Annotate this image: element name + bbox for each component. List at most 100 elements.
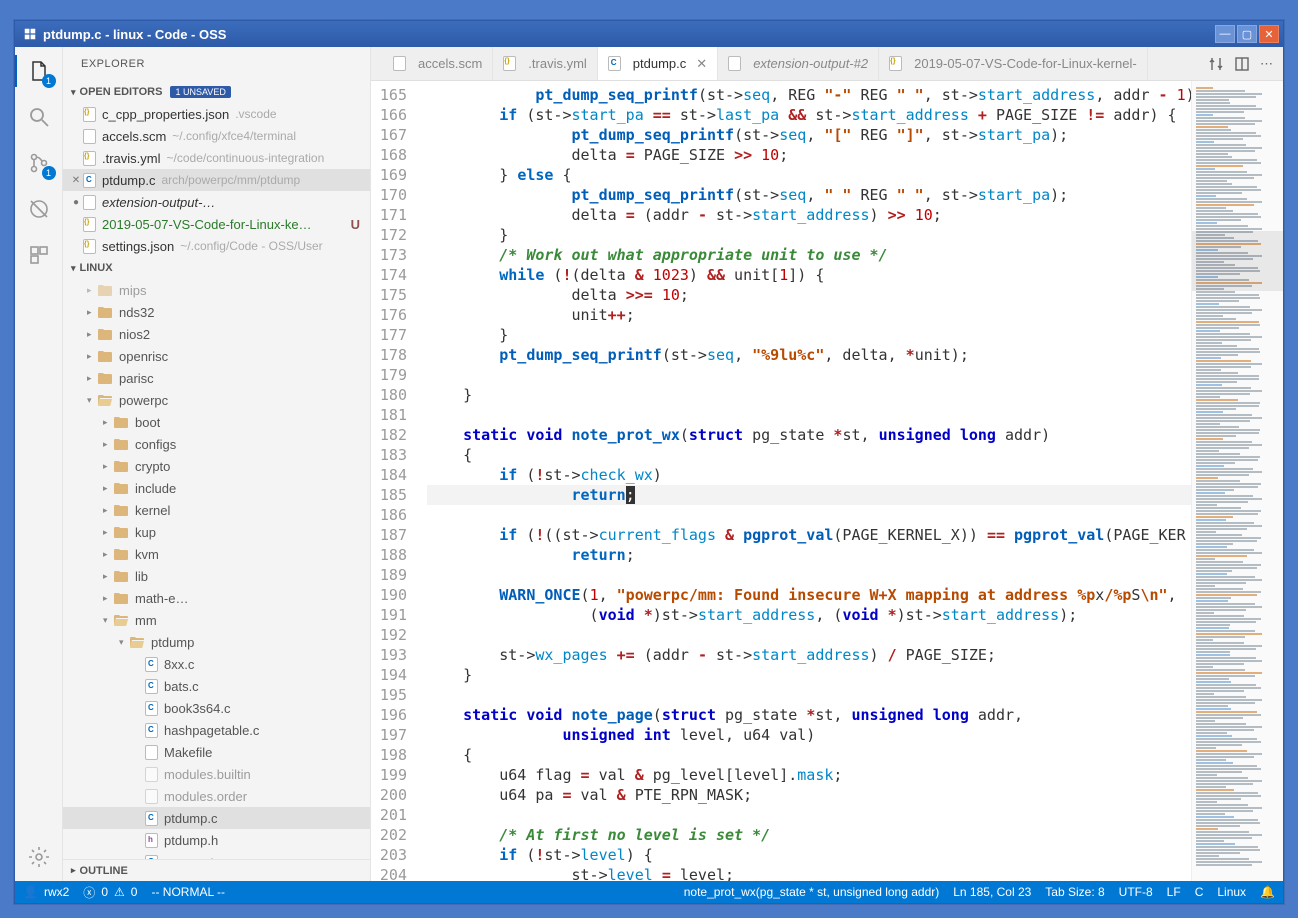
file-tree-item[interactable]: ▸configs	[63, 433, 370, 455]
file-tree-item[interactable]: modules.order	[63, 785, 370, 807]
linux-header[interactable]: ▾ LINUX	[63, 257, 370, 279]
open-editor-item[interactable]: 2019-05-07-VS-Code-for-Linux-ke…U	[63, 213, 370, 235]
scm-badge: 1	[42, 166, 56, 180]
file-tree-item[interactable]: ▸kvm	[63, 543, 370, 565]
c-file-icon	[145, 679, 158, 694]
status-language[interactable]: C	[1195, 885, 1204, 899]
editor-tab[interactable]: extension-output-#2	[718, 47, 879, 80]
statusbar: 👤 rwx2 ⓧ 0 ⚠ 0 -- NORMAL -- note_prot_wx…	[15, 881, 1283, 903]
editor-tab[interactable]: 2019-05-07-VS-Code-for-Linux-kernel-	[879, 47, 1148, 80]
open-editor-item[interactable]: settings.json~/.config/Code - OSS/User	[63, 235, 370, 257]
file-tree-item[interactable]: ▸nds32	[63, 301, 370, 323]
search-activity[interactable]	[25, 103, 53, 131]
extensions-activity[interactable]	[25, 241, 53, 269]
folder-icon	[97, 282, 113, 298]
scm-activity[interactable]: 1	[25, 149, 53, 177]
file-tree-item[interactable]: ▸include	[63, 477, 370, 499]
file-tree-item[interactable]: ▸crypto	[63, 455, 370, 477]
folder-icon	[113, 546, 129, 562]
editor-tab[interactable]: .travis.yml	[493, 47, 598, 80]
window-title: ptdump.c - linux - Code - OSS	[43, 27, 1215, 42]
c-file-icon	[145, 723, 158, 738]
folder-icon	[113, 436, 129, 452]
minimap[interactable]	[1191, 81, 1283, 881]
folder-open-icon	[113, 612, 129, 628]
open-editor-item[interactable]: ●extension-output-…	[63, 191, 370, 213]
open-editor-item[interactable]: c_cpp_properties.json.vscode	[63, 103, 370, 125]
file-tree-item[interactable]: ptdump.h	[63, 829, 370, 851]
status-tabsize[interactable]: Tab Size: 8	[1045, 885, 1104, 899]
json-file-icon	[83, 217, 96, 232]
file-tree-item[interactable]: book3s64.c	[63, 697, 370, 719]
status-problems[interactable]: ⓧ 0 ⚠ 0	[83, 884, 137, 901]
editor-tabs: accels.scm.travis.ymlptdump.c✕extension-…	[371, 47, 1283, 81]
outline-header[interactable]: ▸ OUTLINE	[63, 859, 370, 881]
c-file-icon	[83, 173, 96, 188]
status-eol[interactable]: LF	[1167, 885, 1181, 899]
settings-activity[interactable]	[25, 843, 53, 871]
explorer-activity[interactable]: 1	[25, 57, 53, 85]
folder-icon	[113, 502, 129, 518]
file-icon	[728, 56, 741, 71]
file-tree-item[interactable]: ▸nios2	[63, 323, 370, 345]
editor-tab[interactable]: accels.scm	[383, 47, 493, 80]
c-file-icon	[145, 855, 158, 860]
activity-bar: 1 1	[15, 47, 63, 881]
close-icon[interactable]: ✕	[696, 56, 707, 72]
file-tree-item[interactable]: ▸kernel	[63, 499, 370, 521]
file-tree-item[interactable]: ▸boot	[63, 411, 370, 433]
json-file-icon	[503, 56, 516, 71]
file-icon	[393, 56, 406, 71]
c-file-icon	[145, 701, 158, 716]
status-os[interactable]: Linux	[1217, 885, 1246, 899]
file-tree-item[interactable]: ▸lib	[63, 565, 370, 587]
split-icon[interactable]	[1234, 56, 1250, 72]
more-icon[interactable]: ⋯	[1260, 56, 1273, 72]
explorer-sidebar: EXPLORER ▾ OPEN EDITORS 1 UNSAVED c_cpp_…	[63, 47, 371, 881]
chevron-right-icon: ▸	[71, 865, 76, 876]
file-tree-item[interactable]: segment_regs.c	[63, 851, 370, 859]
titlebar[interactable]: ptdump.c - linux - Code - OSS — ▢ ✕	[15, 21, 1283, 47]
file-tree-item[interactable]: ▸mips	[63, 279, 370, 301]
status-position[interactable]: Ln 185, Col 23	[953, 885, 1031, 899]
minimap-viewport[interactable]	[1192, 231, 1283, 291]
app-window: ptdump.c - linux - Code - OSS — ▢ ✕ 1 1	[14, 20, 1284, 904]
file-tree-item[interactable]: ▾mm	[63, 609, 370, 631]
status-vim-mode[interactable]: -- NORMAL --	[151, 885, 225, 899]
file-tree-item[interactable]: modules.builtin	[63, 763, 370, 785]
file-tree-item[interactable]: bats.c	[63, 675, 370, 697]
file-icon	[83, 195, 96, 210]
folder-icon	[97, 304, 113, 320]
status-perm[interactable]: 👤 rwx2	[23, 885, 69, 899]
status-function[interactable]: note_prot_wx(pg_state * st, unsigned lon…	[684, 885, 940, 899]
file-icon	[145, 745, 158, 760]
minimize-button[interactable]: —	[1215, 25, 1235, 43]
status-encoding[interactable]: UTF-8	[1119, 885, 1153, 899]
file-tree-item[interactable]: 8xx.c	[63, 653, 370, 675]
close-button[interactable]: ✕	[1259, 25, 1279, 43]
file-tree-item[interactable]: ▸kup	[63, 521, 370, 543]
notifications-icon[interactable]: 🔔	[1260, 885, 1275, 899]
code-editor[interactable]: pt_dump_seq_printf(st->seq, REG "-" REG …	[415, 81, 1191, 881]
open-editor-item[interactable]: ✕ptdump.carch/powerpc/mm/ptdump	[63, 169, 370, 191]
open-editor-item[interactable]: .travis.yml~/code/continuous-integration	[63, 147, 370, 169]
open-editors-header[interactable]: ▾ OPEN EDITORS 1 UNSAVED	[63, 81, 370, 103]
line-numbers: 1651661671681691701711721731741751761771…	[371, 81, 415, 881]
debug-activity[interactable]	[25, 195, 53, 223]
file-tree-item[interactable]: ▸parisc	[63, 367, 370, 389]
file-tree-item[interactable]: ▸openrisc	[63, 345, 370, 367]
folder-icon	[113, 458, 129, 474]
file-tree-item[interactable]: ptdump.c	[63, 807, 370, 829]
file-tree-item[interactable]: hashpagetable.c	[63, 719, 370, 741]
open-editor-item[interactable]: accels.scm~/.config/xfce4/terminal	[63, 125, 370, 147]
file-tree-item[interactable]: ▾ptdump	[63, 631, 370, 653]
file-tree-item[interactable]: ▾powerpc	[63, 389, 370, 411]
file-tree-item[interactable]: ▸math-e…	[63, 587, 370, 609]
folder-icon	[113, 414, 129, 430]
compare-icon[interactable]	[1208, 56, 1224, 72]
maximize-button[interactable]: ▢	[1237, 25, 1257, 43]
file-tree-item[interactable]: Makefile	[63, 741, 370, 763]
folder-icon	[113, 480, 129, 496]
folder-icon	[97, 348, 113, 364]
editor-tab[interactable]: ptdump.c✕	[598, 47, 718, 80]
